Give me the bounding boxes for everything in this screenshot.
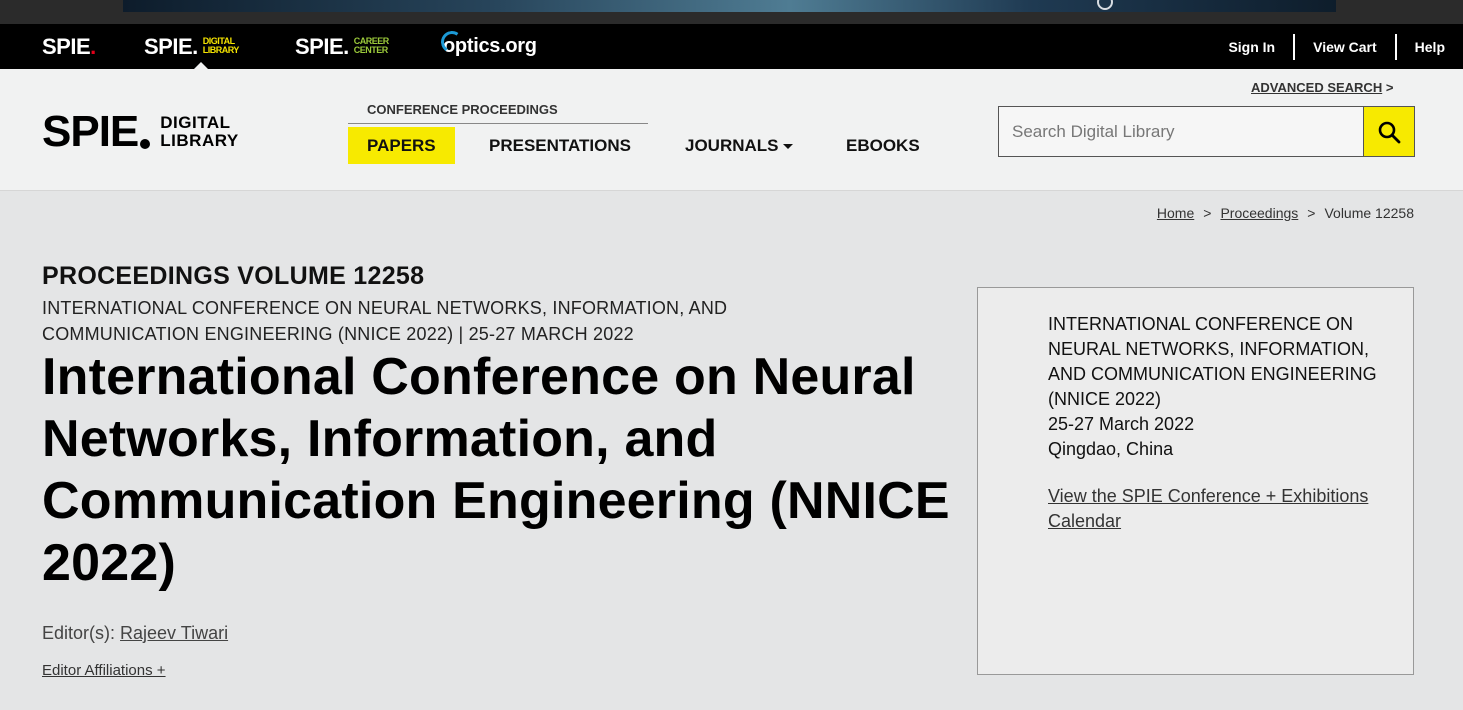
editors-label: Editor(s):: [42, 623, 116, 643]
nav-journals[interactable]: JOURNALS: [666, 127, 812, 164]
breadcrumb-home[interactable]: Home: [1157, 205, 1194, 221]
search-button[interactable]: [1363, 107, 1414, 156]
logo-spie-text: SPIE: [42, 107, 139, 156]
network-bar: SPIE. SPIE. DIGITAL LIBRARY SPIE. CAREER C…: [0, 24, 1463, 69]
chevron-down-icon: [782, 144, 793, 150]
nav-presentations[interactable]: PRESENTATIONS: [470, 127, 650, 164]
active-site-caret-icon: [194, 62, 208, 69]
help-link[interactable]: Help: [1397, 39, 1463, 55]
advanced-search: ADVANCED SEARCH >: [1251, 80, 1393, 95]
sign-in-link[interactable]: Sign In: [1210, 39, 1293, 55]
advanced-search-link[interactable]: ADVANCED SEARCH: [1251, 80, 1382, 95]
spie-logo-text: SPIE: [144, 34, 193, 59]
career-center-sublabel: CAREER CENTER: [353, 36, 390, 55]
search-box: [998, 106, 1415, 157]
divider: [348, 123, 648, 124]
logo-digital-library-text: DIGITAL LIBRARY: [160, 113, 239, 150]
top-banner: [0, 0, 1463, 24]
banner-ad-icon: [1097, 0, 1113, 10]
conference-proceedings-label: CONFERENCE PROCEEDINGS: [367, 102, 558, 117]
conference-calendar-link[interactable]: View the SPIE Conference + Exhibitions C…: [1048, 484, 1388, 534]
search-input[interactable]: [999, 107, 1365, 156]
spie-home-link[interactable]: SPIE.: [42, 34, 96, 60]
breadcrumb-separator: >: [1203, 205, 1212, 221]
account-links: Sign In View Cart Help: [1210, 24, 1463, 69]
digital-library-sublabel: DIGITAL LIBRARY: [202, 36, 240, 55]
conference-info-box: INTERNATIONAL CONFERENCE ON NEURAL NETWO…: [977, 287, 1414, 675]
view-cart-link[interactable]: View Cart: [1295, 39, 1395, 55]
breadcrumb-current: Volume 12258: [1324, 205, 1414, 221]
spie-logo-text: SPIE: [295, 34, 344, 59]
conference-location: Qingdao, China: [1048, 439, 1174, 459]
conference-dates: 25-27 March 2022: [1048, 414, 1195, 434]
editor-affiliations-toggle[interactable]: Editor Affiliations +: [42, 662, 166, 679]
nav-journals-label: JOURNALS: [685, 136, 779, 155]
editors-line: Editor(s): Rajeev Tiwari: [42, 623, 228, 644]
advanced-search-arrow: >: [1385, 80, 1394, 95]
spie-career-center-link[interactable]: SPIE. CAREER CENTER: [295, 34, 389, 60]
conference-info-text: INTERNATIONAL CONFERENCE ON NEURAL NETWO…: [1048, 312, 1398, 462]
site-header: SPIE DIGITAL LIBRARY CONFERENCE PROCEEDIN…: [0, 69, 1463, 191]
nav-ebooks[interactable]: EBOOKS: [827, 127, 939, 164]
search-icon: [1378, 121, 1401, 143]
spie-digital-library-link[interactable]: SPIE. DIGITAL LIBRARY: [144, 34, 239, 60]
nav-papers[interactable]: PAPERS: [348, 127, 455, 164]
spie-logo-dot: .: [343, 34, 349, 59]
spie-digital-library-logo[interactable]: SPIE DIGITAL LIBRARY: [42, 110, 239, 154]
spie-logo-text: SPIE: [42, 34, 91, 59]
breadcrumb-proceedings[interactable]: Proceedings: [1220, 205, 1298, 221]
breadcrumb: Home > Proceedings > Volume 12258: [1157, 205, 1414, 221]
editor-name-link[interactable]: Rajeev Tiwari: [120, 623, 228, 643]
spie-logo-dot: .: [90, 34, 96, 59]
spie-logo-dot: .: [192, 34, 198, 59]
conference-name: INTERNATIONAL CONFERENCE ON NEURAL NETWO…: [1048, 314, 1377, 409]
optics-org-link[interactable]: optics.org: [439, 29, 537, 58]
breadcrumb-separator: >: [1307, 205, 1316, 221]
conference-subtitle: INTERNATIONAL CONFERENCE ON NEURAL NETWO…: [42, 298, 728, 344]
volume-title: PROCEEDINGS VOLUME 12258: [42, 262, 425, 290]
page-title: International Conference on Neural Netwo…: [42, 348, 950, 592]
banner-ad-image[interactable]: [123, 0, 1336, 12]
logo-dot: [140, 139, 151, 149]
